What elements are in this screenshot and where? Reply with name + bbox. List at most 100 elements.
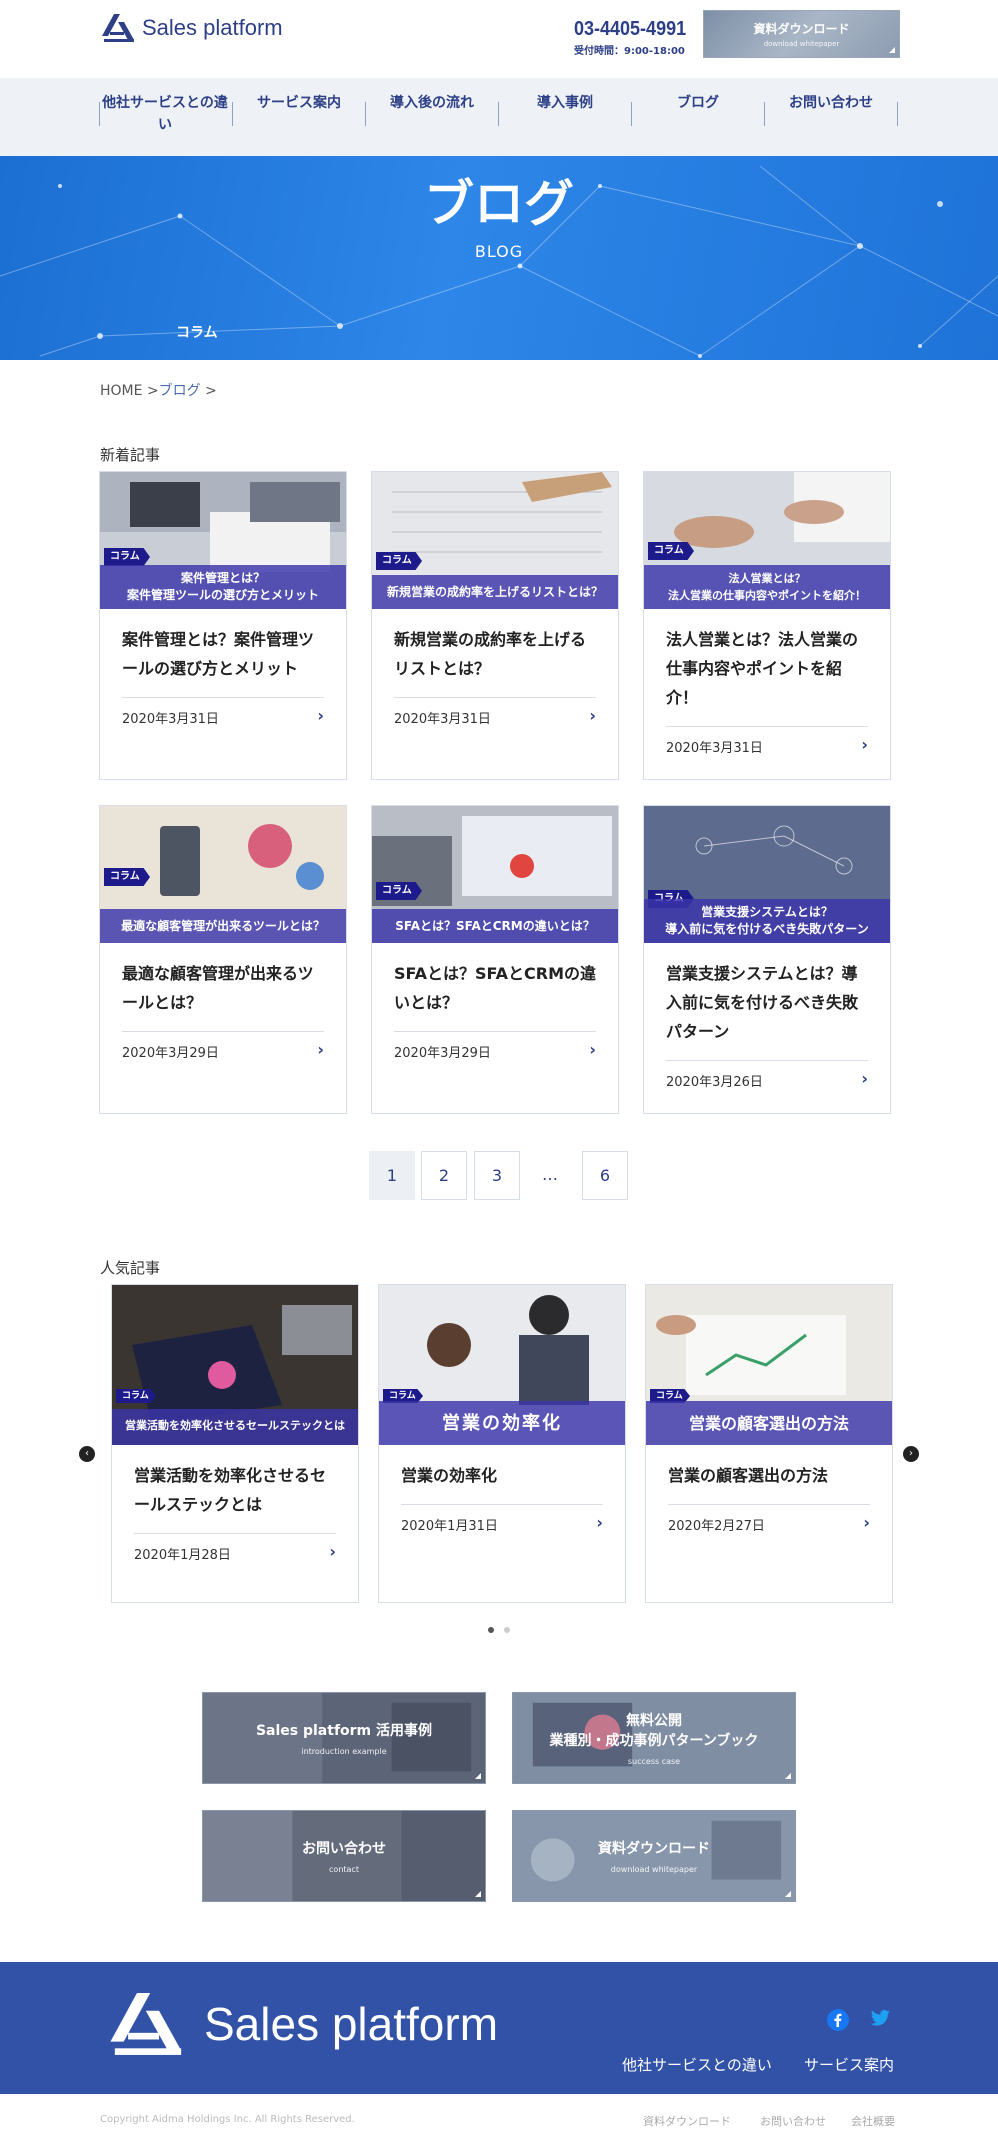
copyright-text: Copyright Aidma Holdings Inc. All Rights… xyxy=(100,2114,355,2125)
breadcrumb-sep: > xyxy=(146,383,159,399)
card-title: SFAとは？SFAとCRMの違いとは？ xyxy=(394,964,596,1012)
header-download-button[interactable]: 資料ダウンロード download whitepaper xyxy=(703,10,900,58)
card-band-text: 新規営業の成約率を上げるリストとは？ xyxy=(372,575,618,609)
banner-cases[interactable]: Sales platform 活用事例 introduction example xyxy=(202,1692,486,1784)
banner-sub: introduction example xyxy=(301,1746,387,1756)
article-card[interactable]: コラム SFAとは？SFAとCRMの違いとは？ SFAとは？SFAとCRMの違い… xyxy=(371,805,619,1114)
card-band-text: 案件管理とは？ 案件管理ツールの選び方とメリット xyxy=(100,565,346,609)
card-date: 2020年3月31日 xyxy=(394,712,491,727)
nav-separator xyxy=(897,102,898,126)
popular-article-card[interactable]: コラム 営業活動を効率化させるセールステックとは 営業活動を効率化させるセールス… xyxy=(111,1284,359,1603)
card-image: コラム 営業支援システムとは？ 導入前に気を付けるべき失敗パターン xyxy=(644,806,890,943)
chevron-right-icon: › xyxy=(589,1040,596,1059)
card-date: 2020年3月26日 xyxy=(666,1075,763,1090)
logo-icon xyxy=(110,1993,182,2055)
bottom-link-download[interactable]: 資料ダウンロード xyxy=(643,2113,731,2129)
page-title: ブログ xyxy=(424,175,574,233)
article-card[interactable]: コラム 営業支援システムとは？ 導入前に気を付けるべき失敗パターン 営業支援シス… xyxy=(643,805,891,1114)
card-title: 営業の効率化 xyxy=(401,1466,498,1485)
popular-article-card[interactable]: コラム 営業の顧客選出の方法 営業の顧客選出の方法 2020年2月27日 › xyxy=(645,1284,893,1603)
card-date: 2020年3月29日 xyxy=(394,1046,491,1061)
nav-item-cases[interactable]: 導入事例 xyxy=(498,92,632,128)
card-image: コラム 案件管理とは？ 案件管理ツールの選び方とメリット xyxy=(100,472,346,609)
banner-contact[interactable]: お問い合わせ contact xyxy=(202,1810,486,1902)
page-button-last[interactable]: 6 xyxy=(582,1151,628,1200)
footer-link-difference[interactable]: 他社サービスとの違い xyxy=(622,2054,772,2075)
article-card[interactable]: コラム 法人営業とは？ 法人営業の仕事内容やポイントを紹介！ 法人営業とは？法人… xyxy=(643,471,891,780)
category-badge: コラム xyxy=(104,868,150,886)
card-date: 2020年1月31日 xyxy=(401,1519,498,1534)
logo-text: Sales platform xyxy=(142,15,283,40)
chevron-right-icon: › xyxy=(861,735,868,754)
twitter-icon[interactable] xyxy=(868,2006,892,2030)
carousel-prev-icon[interactable]: ‹ xyxy=(79,1446,95,1462)
page-button-1[interactable]: 1 xyxy=(369,1151,415,1200)
article-card[interactable]: コラム 案件管理とは？ 案件管理ツールの選び方とメリット 案件管理とは？案件管理… xyxy=(99,471,347,780)
breadcrumb-home[interactable]: HOME xyxy=(100,383,142,399)
card-image: コラム 営業の顧客選出の方法 xyxy=(646,1285,892,1445)
chevron-right-icon: › xyxy=(317,1040,324,1059)
nav-item-flow[interactable]: 導入後の流れ xyxy=(365,92,499,128)
card-band-text: 最適な顧客管理が出来るツールとは？ xyxy=(100,909,346,943)
category-badge: コラム xyxy=(104,548,150,566)
header-logo[interactable]: Sales platform xyxy=(100,12,283,44)
breadcrumb-blog[interactable]: ブログ xyxy=(159,383,201,399)
page-button-3[interactable]: 3 xyxy=(474,1151,520,1200)
bottom-link-contact[interactable]: お問い合わせ xyxy=(760,2113,826,2129)
carousel-dot-active[interactable] xyxy=(488,1627,494,1633)
phone-number: 03-4405-4991 xyxy=(574,18,687,40)
card-date: 2020年3月31日 xyxy=(122,712,219,727)
popular-section-title: 人気記事 xyxy=(100,1259,161,1277)
popular-article-card[interactable]: コラム 営業の効率化 営業の効率化 2020年1月31日 › xyxy=(378,1284,626,1603)
article-card[interactable]: コラム 最適な顧客管理が出来るツールとは？ 最適な顧客管理が出来るツールとは？ … xyxy=(99,805,347,1114)
nav-item-blog[interactable]: ブログ xyxy=(631,92,765,128)
corner-arrow-icon xyxy=(785,1891,791,1897)
page-ellipsis: … xyxy=(542,1165,558,1184)
card-title: 法人営業とは？法人営業の仕事内容やポイントを紹介！ xyxy=(666,630,859,707)
footer-logo[interactable]: Sales platform xyxy=(106,1988,498,2060)
carousel-next-icon[interactable]: › xyxy=(903,1446,919,1462)
banner-title: 無料公開 業種別・成功事例パターンブック xyxy=(549,1712,759,1749)
card-image: コラム SFAとは？SFAとCRMの違いとは？ xyxy=(372,806,618,943)
category-badge: コラム xyxy=(376,882,422,900)
nav-item-contact[interactable]: お問い合わせ xyxy=(764,92,898,128)
breadcrumb: HOME >ブログ > xyxy=(100,380,217,400)
footer-link-service[interactable]: サービス案内 xyxy=(804,2054,894,2075)
logo-icon xyxy=(102,14,134,42)
chevron-right-icon: › xyxy=(863,1513,870,1532)
chevron-right-icon: › xyxy=(596,1513,603,1532)
banner-title: Sales platform 活用事例 xyxy=(255,1722,433,1739)
download-label: 資料ダウンロード xyxy=(753,22,850,36)
bottom-link-company[interactable]: 会社概要 xyxy=(851,2113,895,2129)
corner-arrow-icon xyxy=(785,1773,791,1779)
category-badge: コラム xyxy=(376,552,422,570)
card-title: 案件管理とは？案件管理ツールの選び方とメリット xyxy=(122,630,315,678)
hero-category-link[interactable]: コラム xyxy=(176,322,218,342)
card-image: コラム 法人営業とは？ 法人営業の仕事内容やポイントを紹介！ xyxy=(644,472,890,609)
card-title: 新規営業の成約率を上げるリストとは？ xyxy=(394,630,587,678)
footer-logo-text: Sales platform xyxy=(204,1998,499,2050)
banner-pattern-book[interactable]: 無料公開 業種別・成功事例パターンブック success case xyxy=(512,1692,796,1784)
site-footer: Sales platform 他社サービスとの違い サービス案内 xyxy=(0,1962,998,2094)
card-band-text: 法人営業とは？ 法人営業の仕事内容やポイントを紹介！ xyxy=(644,565,890,609)
card-date: 2020年3月29日 xyxy=(122,1046,219,1061)
card-date: 2020年2月27日 xyxy=(668,1519,765,1534)
page-button-2[interactable]: 2 xyxy=(421,1151,467,1200)
carousel-dot[interactable] xyxy=(504,1627,510,1633)
download-sub: download whitepaper xyxy=(763,40,840,48)
facebook-icon[interactable] xyxy=(826,2008,850,2032)
banner-download[interactable]: 資料ダウンロード download whitepaper xyxy=(512,1810,796,1902)
phone-block[interactable]: 03-4405-4991 受付時間：9:00-18:00 xyxy=(574,18,699,57)
phone-hours: 受付時間：9:00-18:00 xyxy=(574,46,685,57)
nav-item-service[interactable]: サービス案内 xyxy=(232,92,366,128)
chevron-right-icon: › xyxy=(329,1542,336,1561)
card-title: 最適な顧客管理が出来るツールとは？ xyxy=(122,964,314,1012)
site-header: Sales platform 03-4405-4991 受付時間：9:00-18… xyxy=(0,0,998,78)
nav-item-difference[interactable]: 他社サービスとの違い xyxy=(98,92,232,133)
article-card[interactable]: コラム 新規営業の成約率を上げるリストとは？ 新規営業の成約率を上げるリストとは… xyxy=(371,471,619,780)
card-band-text: 営業の効率化 xyxy=(379,1401,625,1445)
breadcrumb-sep: > xyxy=(205,383,217,399)
card-band-text: 営業活動を効率化させるセールステックとは xyxy=(112,1409,358,1445)
banner-sub: download whitepaper xyxy=(610,1864,698,1874)
card-title: 営業活動を効率化させるセールステックとは xyxy=(134,1466,327,1514)
